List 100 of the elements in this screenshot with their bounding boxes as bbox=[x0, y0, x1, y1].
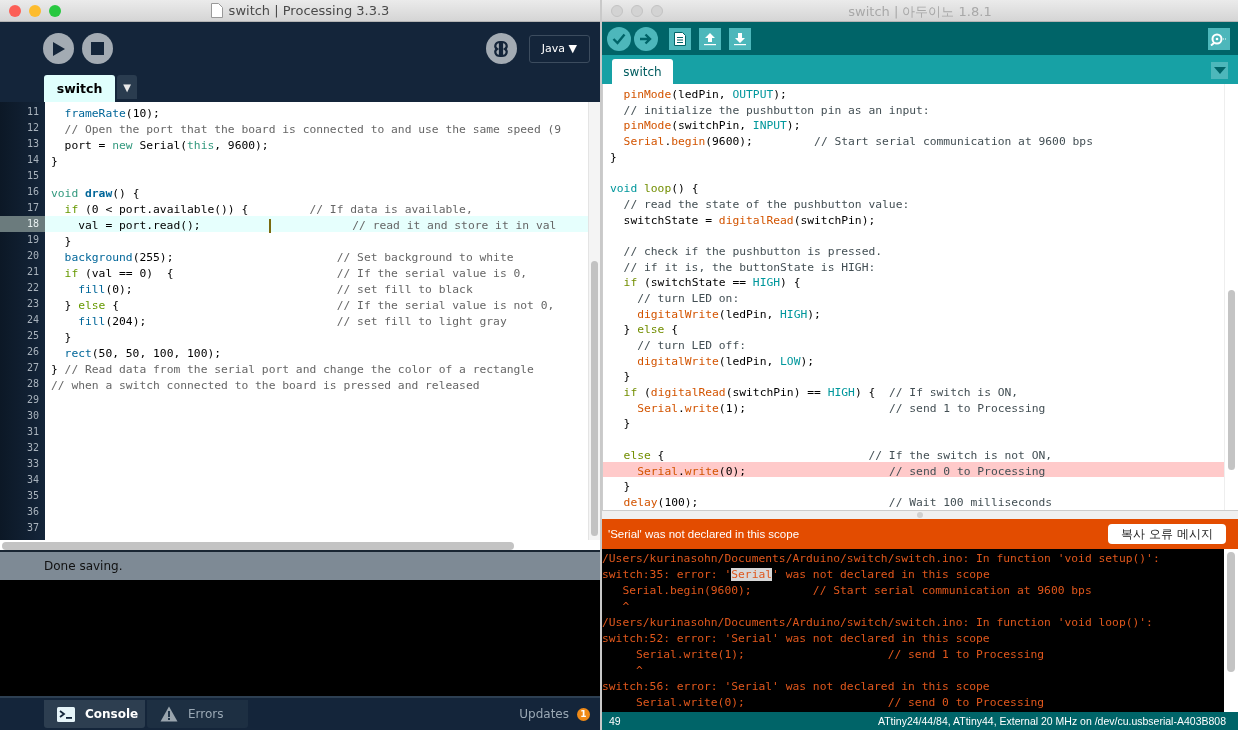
window-title: switch | Processing 3.3.3 bbox=[228, 3, 390, 18]
code-line: val = port.read(); // read it and store it in val bbox=[77, 219, 557, 232]
checkmark-icon bbox=[612, 32, 626, 45]
code-line: if (0 < port.available()) { // If data is available, bbox=[63, 203, 473, 216]
caret-icon bbox=[1213, 67, 1226, 74]
line-number: 35 bbox=[25, 489, 40, 503]
code-line: if (val == 0) { // If the serial value is 0, bbox=[63, 267, 528, 280]
line-number: 27 bbox=[25, 361, 40, 375]
line-number: 28 bbox=[25, 377, 40, 391]
code-line: // Open the port that the board is connected to and use the same speed (9 bbox=[63, 123, 562, 136]
code-line: // turn LED on: bbox=[636, 291, 740, 305]
serial-monitor-button[interactable] bbox=[1208, 27, 1230, 50]
code-line: else { // If the switch is not ON, bbox=[622, 448, 1053, 462]
line-number: 33 bbox=[25, 457, 40, 471]
line-number: 19 bbox=[25, 233, 40, 247]
save-button[interactable] bbox=[729, 27, 751, 50]
line-number: 32 bbox=[25, 441, 40, 455]
up-arrow-icon bbox=[703, 31, 717, 46]
console-line: /Users/kurinasohn/Documents/Arduino/switch/switch.ino: In function 'void loop()': bbox=[602, 615, 1154, 631]
code-line: switchState = digitalRead(switchPin); bbox=[622, 213, 876, 227]
console-line: switch:52: error: 'Serial' was not declared in this scope bbox=[602, 631, 991, 647]
line-number: 17 bbox=[25, 201, 40, 215]
scrollbar-thumb[interactable] bbox=[591, 261, 598, 536]
updates-label[interactable]: Updates bbox=[519, 707, 569, 721]
update-count-badge: 1 bbox=[577, 707, 590, 721]
console-line: Serial.begin(9600); // Start serial communication at 9600 bps bbox=[621, 583, 1093, 599]
down-arrow-icon bbox=[733, 31, 747, 46]
open-button[interactable] bbox=[699, 27, 721, 50]
code-line: // if it is, the buttonState is HIGH: bbox=[622, 260, 876, 274]
editor-tab[interactable]: switch bbox=[612, 59, 673, 84]
line-number: 18 bbox=[0, 216, 45, 232]
copy-error-button[interactable]: 복사 오류 메시지 bbox=[1108, 524, 1226, 544]
code-line: Serial.write(1); // send 1 to Processing bbox=[636, 401, 1046, 415]
code-line: } bbox=[622, 480, 631, 494]
zoom-button[interactable] bbox=[49, 4, 61, 17]
stop-button[interactable] bbox=[82, 33, 113, 64]
code-line: Serial.write(0); // send 0 to Processing bbox=[636, 464, 1046, 478]
tab-menu-button[interactable] bbox=[1211, 62, 1228, 79]
code-line: void draw() { bbox=[51, 187, 140, 200]
scrollbar-thumb[interactable] bbox=[1227, 552, 1235, 672]
line-number: 34 bbox=[25, 473, 40, 487]
line-number: 14 bbox=[25, 153, 40, 167]
console-line: /Users/kurinasohn/Documents/Arduino/switch/switch.ino: In function 'void setup()': bbox=[602, 551, 1161, 567]
line-number: 13 bbox=[25, 137, 40, 151]
console-line: switch:35: error: 'Serial' was not declared in this scope bbox=[602, 567, 991, 583]
line-number: 11 bbox=[25, 105, 40, 119]
upload-button[interactable] bbox=[634, 26, 658, 51]
code-line: } bbox=[51, 155, 58, 168]
code-line: } else { // If the serial value is not 0, bbox=[63, 299, 555, 312]
close-button[interactable] bbox=[611, 4, 623, 17]
right-arrow-icon bbox=[639, 32, 653, 45]
console-line: ^ bbox=[621, 599, 631, 615]
minimize-button[interactable] bbox=[631, 4, 643, 17]
line-number: 23 bbox=[25, 297, 40, 311]
splitter-handle[interactable] bbox=[917, 512, 923, 518]
code-line: // check if the pushbutton is pressed. bbox=[622, 244, 883, 258]
line-number-indicator: 49 bbox=[609, 715, 621, 727]
line-number: 16 bbox=[25, 185, 40, 199]
code-line: delay(100); // Wait 100 milliseconds bbox=[622, 495, 1053, 509]
line-number: 29 bbox=[25, 393, 40, 407]
terminal-icon bbox=[57, 706, 75, 722]
code-line: digitalWrite(ledPin, LOW); bbox=[636, 354, 815, 368]
error-message: 'Serial' was not declared in this scope bbox=[608, 528, 800, 540]
console-tab[interactable]: Errors bbox=[147, 700, 248, 728]
warning-icon bbox=[160, 706, 178, 722]
code-line: } bbox=[622, 370, 631, 384]
document-icon bbox=[210, 3, 223, 18]
zoom-button[interactable] bbox=[651, 4, 663, 17]
code-line: Serial.begin(9600); // Start serial communication at 9600 bps bbox=[622, 135, 1093, 149]
code-line: // turn LED off: bbox=[636, 339, 747, 352]
code-line: frameRate(10); bbox=[63, 107, 160, 120]
run-button[interactable] bbox=[43, 33, 74, 64]
tab-menu-button[interactable]: ▼ bbox=[117, 75, 137, 99]
verify-button[interactable] bbox=[607, 26, 631, 51]
debugger-button[interactable] bbox=[485, 33, 517, 64]
scrollbar-thumb[interactable] bbox=[1228, 290, 1235, 470]
close-button[interactable] bbox=[9, 4, 21, 17]
code-line: } // Read data from the serial port and change the color of a rectangle bbox=[51, 363, 534, 376]
code-line: if (digitalRead(switchPin) == HIGH) { // If switch is ON, bbox=[622, 386, 1019, 400]
console-line: Serial.write(1); // send 1 to Processing bbox=[635, 647, 1046, 663]
console-line: Serial.write(0); // send 0 to Processing bbox=[635, 695, 1046, 711]
code-line: fill(0); // set fill to black bbox=[77, 283, 473, 296]
line-number: 37 bbox=[25, 521, 40, 535]
console-tab[interactable]: Console bbox=[44, 700, 145, 728]
window-title: switch | 아두이노 1.8.1 bbox=[848, 3, 992, 21]
new-sketch-button[interactable] bbox=[669, 27, 691, 50]
code-line: rect(50, 50, 100, 100); bbox=[63, 347, 222, 360]
code-line: port = new Serial(this, 9600); bbox=[63, 139, 269, 152]
line-number: 26 bbox=[25, 345, 40, 359]
scrollbar-thumb[interactable] bbox=[2, 542, 514, 550]
line-number: 21 bbox=[25, 265, 40, 279]
code-line: digitalWrite(ledPin, HIGH); bbox=[636, 307, 821, 321]
minimize-button[interactable] bbox=[29, 4, 41, 17]
code-line: fill(204); // set fill to light gray bbox=[77, 315, 507, 328]
code-line: } bbox=[63, 235, 72, 248]
mode-button[interactable]: Java ▼ bbox=[528, 34, 590, 63]
editor-tab[interactable]: switch bbox=[44, 75, 115, 102]
console-line: ^ bbox=[635, 663, 644, 679]
line-number: 24 bbox=[25, 313, 40, 327]
line-number: 31 bbox=[25, 425, 40, 439]
